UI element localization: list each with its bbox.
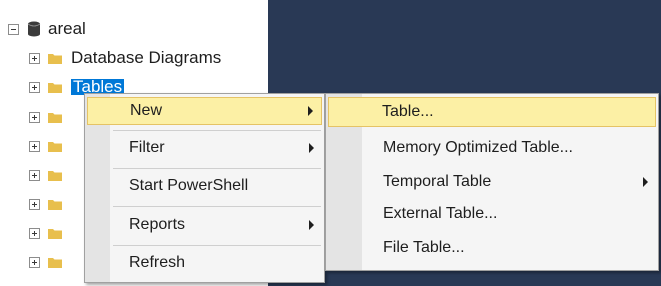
expand-icon[interactable] (29, 169, 40, 181)
folder-icon (48, 257, 62, 268)
folder-icon (48, 170, 62, 181)
tree-node-folder[interactable] (29, 163, 71, 187)
tree-node-folder[interactable] (29, 250, 71, 274)
menu-item-label: Memory Optimized Table... (383, 139, 573, 156)
new-submenu: Table... Memory Optimized Table... Tempo… (325, 93, 659, 271)
database-icon (27, 21, 41, 37)
tree-node-label: areal (48, 19, 86, 38)
menu-item-file-table[interactable]: File Table... (328, 234, 656, 262)
menu-item-label: External Table... (383, 205, 498, 222)
menu-item-external-table[interactable]: External Table... (328, 200, 656, 228)
folder-icon (48, 112, 62, 123)
menu-separator (113, 206, 321, 207)
expand-icon[interactable] (29, 256, 40, 268)
folder-icon (48, 82, 62, 93)
folder-icon (48, 228, 62, 239)
tree-node-database[interactable]: areal (8, 17, 86, 41)
menu-item-start-powershell[interactable]: Start PowerShell (87, 172, 322, 200)
tree-node-database-diagrams[interactable]: Database Diagrams (29, 46, 221, 70)
submenu-arrow-icon (308, 106, 313, 116)
submenu-arrow-icon (643, 177, 648, 187)
menu-item-label: Reports (129, 216, 186, 233)
menu-item-memory-optimized-table[interactable]: Memory Optimized Table... (328, 134, 656, 162)
folder-icon (48, 141, 62, 152)
expand-icon[interactable] (29, 198, 40, 210)
menu-item-new[interactable]: New (87, 97, 322, 125)
menu-separator (113, 130, 321, 131)
menu-item-refresh[interactable]: Refresh (87, 249, 322, 277)
menu-separator (113, 168, 321, 169)
folder-icon (48, 199, 62, 210)
context-menu: New Filter Start PowerShell Reports Refr… (84, 93, 325, 283)
menu-item-label: Filter (129, 139, 165, 156)
expand-icon[interactable] (29, 227, 40, 239)
tree-node-folder[interactable] (29, 105, 71, 129)
menu-item-label: File Table... (383, 239, 465, 256)
menu-item-filter[interactable]: Filter (87, 134, 322, 162)
menu-item-label: Start PowerShell (129, 177, 249, 194)
tree-node-folder[interactable] (29, 192, 71, 216)
menu-item-table[interactable]: Table... (328, 97, 656, 127)
ssms-window: areal Database Diagrams Tables New Filte… (0, 0, 661, 286)
menu-separator (113, 245, 321, 246)
menu-item-label: New (130, 102, 163, 119)
expand-icon[interactable] (29, 140, 40, 152)
menu-item-label: Temporal Table (383, 173, 492, 190)
submenu-arrow-icon (309, 220, 314, 230)
submenu-arrow-icon (309, 143, 314, 153)
menu-item-label: Refresh (129, 254, 186, 271)
expand-icon[interactable] (29, 81, 40, 93)
tree-node-folder[interactable] (29, 221, 71, 245)
menu-item-label: Table... (382, 103, 434, 120)
tree-node-label: Database Diagrams (71, 48, 222, 67)
menu-item-reports[interactable]: Reports (87, 211, 322, 239)
folder-icon (48, 53, 62, 64)
menu-item-temporal-table[interactable]: Temporal Table (328, 168, 656, 196)
expand-icon[interactable] (29, 52, 40, 64)
expand-icon[interactable] (29, 111, 40, 123)
tree-node-folder[interactable] (29, 134, 71, 158)
collapse-icon[interactable] (8, 23, 19, 35)
